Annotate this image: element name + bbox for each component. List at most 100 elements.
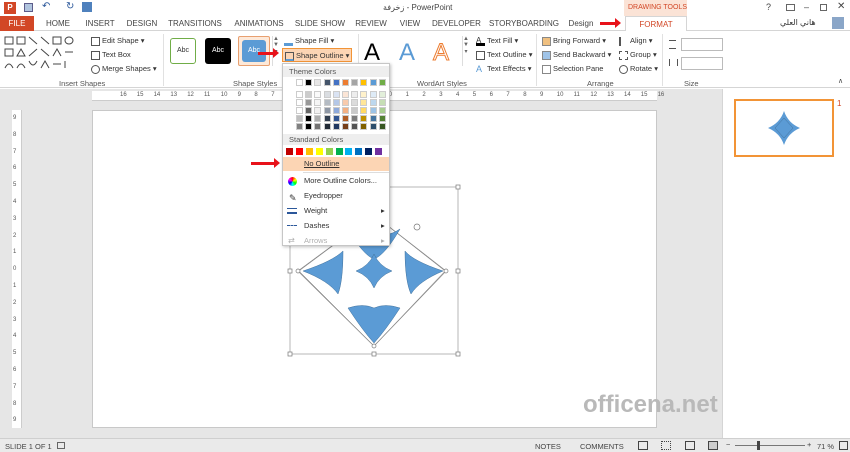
normal-view-icon[interactable] [638,441,648,450]
theme-color-swatch[interactable] [369,79,377,86]
theme-color-swatch[interactable] [323,123,331,130]
dashes-item[interactable]: Dashes ▸ [283,219,389,233]
avatar[interactable] [832,17,844,29]
theme-color-swatch[interactable] [342,123,349,130]
theme-color-swatch[interactable] [323,99,331,106]
theme-color-swatch[interactable] [351,123,359,130]
theme-color-swatch[interactable] [369,91,377,98]
wordart-scroll[interactable]: ▲ ▼ ▾ [462,36,469,66]
qat-icon[interactable] [82,2,92,12]
theme-color-swatch[interactable] [305,99,313,106]
theme-color-swatch[interactable] [378,99,386,106]
text-effects-button[interactable]: A Text Effects ▾ [476,63,532,75]
theme-color-swatch[interactable] [332,115,340,122]
standard-color-swatch[interactable] [325,148,333,155]
theme-color-swatch[interactable] [369,115,377,122]
theme-color-swatch[interactable] [378,115,386,122]
theme-color-grid[interactable] [296,79,388,131]
theme-color-swatch[interactable] [360,115,368,122]
wordart-style-3[interactable]: A [432,39,449,67]
zoom-in-icon[interactable]: + [807,440,811,449]
tab-review[interactable]: REVIEW [352,16,390,31]
zoom-out-icon[interactable]: − [726,440,730,449]
theme-color-swatch[interactable] [351,91,359,98]
minimize-icon[interactable]: – [804,2,809,12]
group-button[interactable]: Group ▾ [619,49,657,61]
comments-button[interactable]: COMMENTS [580,442,624,451]
standard-color-swatch[interactable] [295,148,303,155]
merge-shapes-button[interactable]: Merge Shapes ▾ [91,63,157,75]
fit-slide-icon[interactable] [839,441,848,450]
theme-color-swatch[interactable] [314,91,322,98]
standard-color-swatch[interactable] [315,148,323,155]
shapes-gallery[interactable] [3,35,85,73]
spellcheck-icon[interactable] [57,442,65,449]
ribbon-display-icon[interactable] [786,4,795,11]
tab-file[interactable]: FILE [0,16,34,31]
theme-color-swatch[interactable] [360,91,368,98]
tab-developer[interactable]: DEVELOPER [432,16,481,31]
tab-format[interactable]: FORMAT [625,16,687,32]
tab-home[interactable]: HOME [40,16,76,31]
save-icon[interactable] [24,3,33,12]
theme-color-swatch[interactable] [323,79,331,86]
theme-color-swatch[interactable] [378,107,386,114]
rotate-button[interactable]: Rotate ▾ [619,63,658,75]
bring-forward-button[interactable]: Bring Forward ▾ [542,35,606,47]
eyedropper-item[interactable]: ✎ Eyedropper [283,189,389,203]
theme-color-swatch[interactable] [351,115,359,122]
text-fill-button[interactable]: A Text Fill ▾ [476,35,518,47]
theme-color-swatch[interactable] [342,91,349,98]
selection-pane-button[interactable]: Selection Pane [542,63,603,75]
theme-color-swatch[interactable] [360,79,368,86]
style-thumb-3[interactable]: Abc [238,36,270,66]
align-button[interactable]: Align ▾ [619,35,653,47]
standard-color-swatch[interactable] [335,148,343,155]
reading-view-icon[interactable] [685,441,695,450]
theme-color-swatch[interactable] [369,123,377,130]
shape-outline-button[interactable]: Shape Outline ▾ [282,48,353,62]
tab-animations[interactable]: ANIMATIONS [230,16,288,31]
theme-color-swatch[interactable] [314,107,322,114]
slideshow-icon[interactable] [708,441,718,450]
zoom-thumb[interactable] [757,441,760,450]
theme-color-swatch[interactable] [314,115,322,122]
theme-color-swatch[interactable] [342,107,349,114]
powerpoint-logo-icon[interactable]: P [4,2,16,14]
tab-slide-show[interactable]: SLIDE SHOW [293,16,347,31]
theme-color-swatch[interactable] [369,107,377,114]
edit-shape-button[interactable]: Edit Shape ▾ [91,35,145,47]
shape-fill-button[interactable]: Shape Fill ▾ [284,35,334,47]
theme-color-swatch[interactable] [332,79,340,86]
tab-design-contextual[interactable]: Design [566,16,596,31]
theme-color-swatch[interactable] [351,107,359,114]
height-field[interactable] [681,38,723,51]
theme-color-swatch[interactable] [323,107,331,114]
standard-color-swatch[interactable] [286,148,293,155]
tab-design[interactable]: DESIGN [124,16,160,31]
text-box-button[interactable]: Text Box [91,49,131,61]
standard-color-swatch[interactable] [305,148,313,155]
zoom-slider[interactable] [735,441,805,450]
style-thumb-2[interactable]: Abc [205,38,231,64]
tab-view[interactable]: VIEW [395,16,425,31]
theme-color-swatch[interactable] [378,123,386,130]
theme-color-swatch[interactable] [296,79,303,86]
theme-color-swatch[interactable] [296,91,303,98]
theme-color-swatch[interactable] [332,123,340,130]
theme-color-swatch[interactable] [296,107,303,114]
standard-color-swatch[interactable] [345,148,353,155]
text-outline-button[interactable]: Text Outline ▾ [476,49,532,61]
theme-color-swatch[interactable] [332,107,340,114]
theme-color-swatch[interactable] [305,123,313,130]
help-icon[interactable]: ? [766,2,771,12]
theme-color-swatch[interactable] [296,123,303,130]
theme-color-swatch[interactable] [305,79,313,86]
collapse-ribbon-icon[interactable]: ∧ [838,77,843,85]
theme-color-swatch[interactable] [351,99,359,106]
standard-color-swatch[interactable] [365,148,373,155]
style-thumb-1[interactable]: Abc [170,38,196,64]
send-backward-button[interactable]: Send Backward ▾ [542,49,611,61]
theme-color-swatch[interactable] [342,79,349,86]
user-name[interactable]: هاني العلي [780,18,816,27]
